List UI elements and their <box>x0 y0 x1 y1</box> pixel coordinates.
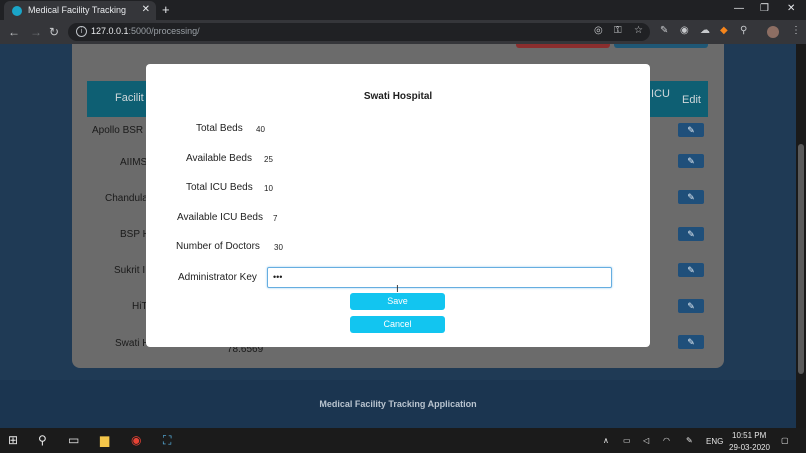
site-info-icon[interactable]: i <box>76 26 87 37</box>
administrator-key-input[interactable]: ••• <box>267 267 612 288</box>
total-beds-label: Total Beds <box>196 123 243 134</box>
bookmark-star-icon[interactable]: ☆ <box>634 25 643 36</box>
window-close-icon[interactable]: ✕ <box>787 3 795 14</box>
table-row: Sukrit I <box>114 265 146 276</box>
table-row: Chandula <box>105 193 148 204</box>
footer-text: Medical Facility Tracking Application <box>319 399 477 409</box>
scrollbar-thumb[interactable] <box>798 144 804 374</box>
search-extension-icon[interactable]: ⚲ <box>740 25 747 36</box>
file-explorer-icon[interactable]: ▆ <box>100 433 109 447</box>
edit-button[interactable]: ✎ <box>678 154 704 168</box>
table-row: Apollo BSR H <box>92 125 154 136</box>
header-facility: Facilit <box>115 92 144 104</box>
edit-button[interactable]: ✎ <box>678 190 704 204</box>
pen-icon[interactable]: ✎ <box>686 436 693 445</box>
battery-icon[interactable]: ▭ <box>623 436 631 445</box>
new-tab-button[interactable]: + <box>162 2 170 17</box>
notifications-icon[interactable]: ▢ <box>781 436 789 445</box>
cancel-button[interactable]: Cancel <box>350 316 445 333</box>
forward-icon[interactable]: → <box>30 25 42 39</box>
snip-tool-icon[interactable]: ⛶ <box>163 433 171 448</box>
total-icu-beds-value: 10 <box>264 184 273 193</box>
camera-extension-icon[interactable]: ◉ <box>680 25 689 36</box>
clock-date[interactable]: 29-03-2020 <box>729 443 770 452</box>
number-of-doctors-label: Number of Doctors <box>176 241 260 252</box>
available-icu-beds-value: 7 <box>273 214 278 223</box>
back-icon[interactable]: ← <box>8 25 20 39</box>
edit-facility-modal: Swati Hospital Total Beds 40 Available B… <box>146 64 650 347</box>
menu-icon[interactable]: ⋮ <box>791 25 801 36</box>
administrator-key-label: Administrator Key <box>178 272 257 283</box>
wifi-icon[interactable]: ◠ <box>663 436 670 445</box>
text-cursor-icon: I <box>396 284 399 295</box>
save-button[interactable]: Save <box>350 293 445 310</box>
task-view-icon[interactable]: ▭ <box>68 433 79 447</box>
number-of-doctors-value: 30 <box>274 243 283 252</box>
extension-icon[interactable]: ✎ <box>660 25 668 36</box>
available-beds-label: Available Beds <box>186 153 252 164</box>
language-indicator[interactable]: ENG <box>706 437 723 446</box>
site-favicon-icon <box>12 6 22 16</box>
total-beds-value: 40 <box>256 125 265 134</box>
tray-chevron-icon[interactable]: ∧ <box>603 436 609 445</box>
volume-icon[interactable]: ◁ <box>643 436 649 445</box>
browser-tab[interactable]: Medical Facility Tracking ✕ <box>4 1 156 20</box>
cloud-extension-icon[interactable]: ☁ <box>700 25 710 36</box>
profile-avatar[interactable] <box>767 26 779 38</box>
header-icu: ICU <box>651 88 670 100</box>
top-action-button-red[interactable] <box>516 44 610 48</box>
url-text[interactable]: 127.0.0.1:5000/processing/ <box>91 26 200 36</box>
edit-button[interactable]: ✎ <box>678 335 704 349</box>
table-row: Swati H <box>115 338 150 349</box>
table-row: AIIMS <box>120 157 148 168</box>
modal-title: Swati Hospital <box>363 91 433 102</box>
available-beds-value: 25 <box>264 155 273 164</box>
restore-icon[interactable]: ❐ <box>760 3 769 14</box>
metamask-extension-icon[interactable]: ◆ <box>720 25 728 36</box>
edit-button[interactable]: ✎ <box>678 263 704 277</box>
reload-icon[interactable]: ↻ <box>49 25 59 39</box>
total-icu-beds-label: Total ICU Beds <box>186 182 253 193</box>
location-icon[interactable]: ◎ <box>594 25 603 36</box>
minimize-icon[interactable]: — <box>734 3 744 14</box>
chrome-icon[interactable]: ◉ <box>131 433 141 447</box>
windows-start-icon[interactable]: ⊞ <box>8 433 18 447</box>
tab-close-icon[interactable]: ✕ <box>142 4 150 15</box>
available-icu-beds-label: Available ICU Beds <box>177 212 263 223</box>
edit-button[interactable]: ✎ <box>678 123 704 137</box>
key-icon[interactable]: ⚿ <box>614 25 622 36</box>
tab-title: Medical Facility Tracking <box>28 5 127 15</box>
address-bar[interactable]: i 127.0.0.1:5000/processing/ ◎ ⚿ ☆ <box>68 23 650 41</box>
edit-button[interactable]: ✎ <box>678 299 704 313</box>
search-icon[interactable]: ⚲ <box>38 433 47 447</box>
header-edit: Edit <box>682 94 701 106</box>
top-action-button-blue[interactable] <box>614 44 708 48</box>
edit-button[interactable]: ✎ <box>678 227 704 241</box>
clock-time[interactable]: 10:51 PM <box>732 431 766 440</box>
